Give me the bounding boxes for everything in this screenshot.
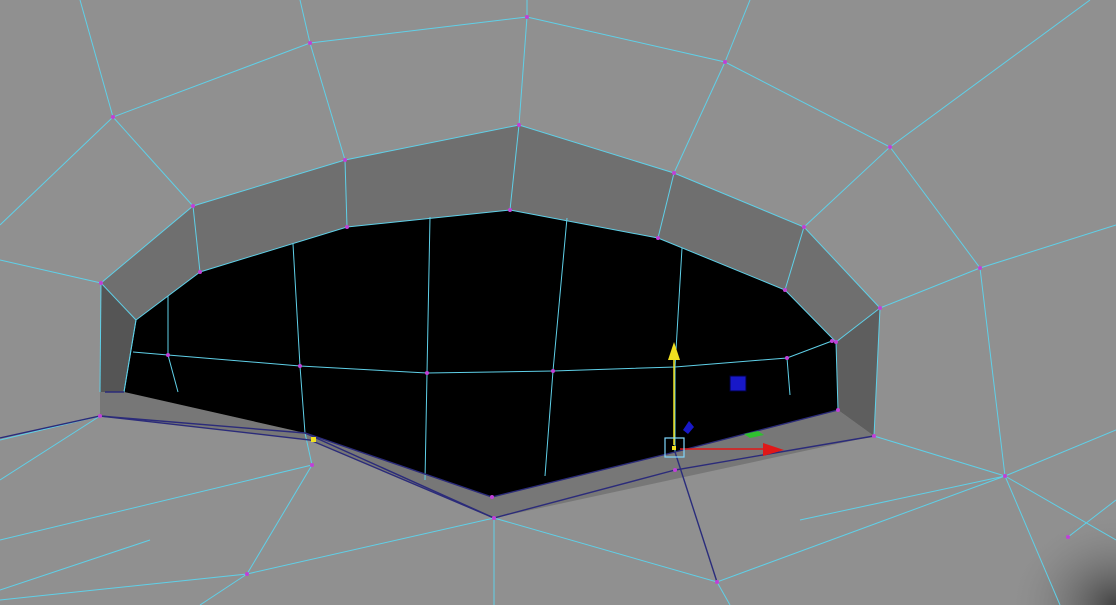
mesh-vertex[interactable] [715,580,719,584]
mesh-vertex[interactable] [978,266,982,270]
mesh-vertex[interactable] [517,123,521,127]
mesh-vertex[interactable] [672,171,676,175]
mesh-vertex[interactable] [198,270,202,274]
mesh-vertex[interactable] [673,468,677,472]
selected-vertex[interactable] [311,437,316,442]
mesh-vertex[interactable] [723,60,727,64]
mesh-vertex[interactable] [310,463,314,467]
mesh-vertex[interactable] [783,288,787,292]
mesh-vertex[interactable] [872,434,876,438]
mesh-vertex[interactable] [343,158,347,162]
mesh-vertex[interactable] [345,225,349,229]
move-z-handle-icon[interactable] [729,375,747,392]
mesh-vertex[interactable] [1066,535,1070,539]
mesh-vertex[interactable] [656,236,660,240]
selected-vertex-marker [672,446,676,450]
mesh-vertex[interactable] [508,208,512,212]
corner-shadow [900,420,1116,605]
mesh-vertex[interactable] [830,339,834,343]
mesh-vertex[interactable] [525,15,529,19]
3d-viewport[interactable] [0,0,1116,605]
mesh-vertex[interactable] [298,364,302,368]
mesh-vertex[interactable] [166,353,170,357]
mesh-vertex[interactable] [836,408,840,412]
mesh-vertex[interactable] [98,414,102,418]
mesh-vertex[interactable] [888,145,892,149]
mesh-vertex[interactable] [99,281,103,285]
mesh-view[interactable] [0,0,1116,605]
mesh-vertex[interactable] [308,41,312,45]
mesh-vertex[interactable] [1003,474,1007,478]
mesh-vertex[interactable] [878,306,882,310]
mesh-vertex[interactable] [492,516,496,520]
mesh-vertex[interactable] [245,572,249,576]
mesh-vertex[interactable] [551,369,555,373]
mesh-vertex[interactable] [111,115,115,119]
mesh-vertex[interactable] [785,356,789,360]
mesh-vertex[interactable] [191,204,195,208]
mesh-vertex[interactable] [802,225,806,229]
mesh-vertex[interactable] [425,371,429,375]
mesh-vertex[interactable] [834,340,838,344]
mesh-vertex[interactable] [490,495,494,499]
